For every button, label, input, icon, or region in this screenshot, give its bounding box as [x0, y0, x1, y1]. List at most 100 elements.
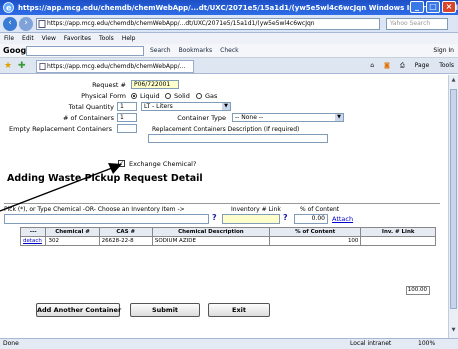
chemical-input[interactable] — [4, 214, 209, 224]
inventory-link-field[interactable] — [222, 214, 280, 224]
chevron-down-icon: ▼ — [335, 114, 343, 121]
col-inventory-link: Inv. # Link — [360, 227, 436, 237]
cell-chemical-number: 302 — [45, 236, 100, 246]
status-bar: Done Local intranet 100% — [0, 338, 458, 349]
home-icon[interactable]: ⌂ — [370, 62, 374, 70]
exchange-checkbox[interactable]: ✓ — [118, 160, 125, 167]
total-quantity-label: Total Quantity — [68, 103, 114, 111]
total-quantity-field[interactable]: 1 — [117, 102, 137, 111]
radio-solid-label: Solid — [174, 92, 190, 100]
radio-gas[interactable] — [196, 93, 202, 99]
tab-title: https://app.mcg.edu/chemdb/chemWebApp/..… — [47, 63, 186, 70]
table-header-row: --- Chemical # CAS # Chemical Descriptio… — [19, 227, 436, 237]
chemical-table: --- Chemical # CAS # Chemical Descriptio… — [19, 227, 436, 246]
bookmarks-button[interactable]: Bookmarks — [179, 47, 213, 54]
cell-cas-number: 26628-22-8 — [98, 236, 153, 246]
security-zone: Local intranet — [350, 340, 392, 347]
scrollbar-thumb[interactable] — [450, 89, 457, 309]
menu-favorites[interactable]: Favorites — [64, 33, 91, 44]
add-container-button[interactable]: Add Another Container — [36, 303, 121, 317]
tab-bar: ★ ✚ https://app.mcg.edu/chemdb/chemWebAp… — [0, 58, 458, 74]
tools-menu[interactable]: Tools — [439, 62, 454, 70]
page-content: Request # P06/722001 Physical Form Liqui… — [0, 75, 448, 338]
menu-tools[interactable]: Tools — [99, 33, 114, 44]
col-action: --- — [19, 227, 47, 237]
empty-containers-field[interactable] — [117, 124, 137, 133]
radio-solid[interactable] — [165, 93, 171, 99]
table-row: detach 302 26628-22-8 SODIUM AZIDE 100 — [19, 236, 436, 246]
container-type-label: Container Type — [177, 114, 226, 122]
detach-link[interactable]: detach — [19, 236, 47, 246]
divider — [4, 203, 440, 204]
containers-label: # of Containers — [63, 114, 114, 122]
url-field[interactable]: https://app.mcg.edu/chemdb/chemWebApp/..… — [36, 18, 380, 30]
cell-percent-content: 100 — [268, 236, 362, 246]
empty-containers-label: Empty Replacement Containers — [9, 125, 112, 133]
submit-button[interactable]: Submit — [130, 303, 200, 317]
page-menu[interactable]: Page — [415, 62, 430, 70]
back-button[interactable]: ‹ — [3, 17, 17, 31]
menu-view[interactable]: View — [42, 33, 56, 44]
close-button[interactable]: × — [442, 1, 456, 13]
scroll-down-icon[interactable]: ▼ — [450, 327, 457, 335]
percent-total: 100.00 — [406, 286, 430, 295]
check-button[interactable]: Check — [220, 47, 238, 54]
radio-gas-label: Gas — [205, 92, 218, 100]
page-icon — [38, 20, 46, 28]
request-number-field[interactable]: P06/722001 — [131, 80, 179, 89]
attach-link[interactable]: Attach — [332, 215, 353, 223]
col-percent-content: % of Content — [268, 227, 362, 237]
command-bar: ⌂ ◙ ⎙ Page Tools — [370, 62, 454, 70]
google-search-button[interactable]: Search — [150, 47, 171, 54]
google-toolbar: Google Search Bookmarks Check Sign In — [0, 44, 458, 58]
forward-button[interactable]: › — [19, 17, 33, 31]
page-icon — [39, 63, 46, 70]
google-search-input[interactable] — [26, 46, 144, 56]
chemical-lookup-icon[interactable]: ? — [212, 213, 217, 222]
status-text: Done — [3, 340, 19, 347]
cell-inventory-link — [360, 236, 436, 246]
menu-help[interactable]: Help — [122, 33, 136, 44]
tab-current[interactable]: https://app.mcg.edu/chemdb/chemWebApp/..… — [36, 60, 194, 73]
zoom-level[interactable]: 100% — [418, 339, 435, 349]
feeds-icon[interactable]: ◙ — [384, 62, 390, 70]
scroll-up-icon[interactable]: ▲ — [450, 77, 457, 85]
add-favorite-icon[interactable]: ✚ — [18, 61, 26, 71]
containers-field[interactable]: 1 — [117, 113, 137, 122]
container-type-value: -- None -- — [235, 114, 264, 121]
url-text: https://app.mcg.edu/chemdb/chemWebApp/..… — [47, 20, 315, 27]
search-input[interactable]: Yahoo Search — [386, 18, 448, 30]
replacement-desc-label: Replacement Containers Description (If r… — [152, 126, 300, 133]
favorites-star-icon[interactable]: ★ — [4, 61, 12, 71]
replacement-desc-field[interactable] — [148, 134, 328, 143]
unit-select-value: LT - Liters — [144, 103, 173, 110]
inventory-lookup-icon[interactable]: ? — [283, 213, 288, 222]
inventory-link-label: Inventory # Link — [231, 206, 281, 213]
request-label: Request # — [92, 81, 126, 89]
menu-bar: File Edit View Favorites Tools Help — [0, 33, 458, 44]
minimize-button[interactable]: _ — [410, 1, 424, 13]
col-cas-number: CAS # — [98, 227, 153, 237]
col-chemical-number: Chemical # — [45, 227, 100, 237]
vertical-scrollbar[interactable]: ▲ ▼ — [448, 75, 458, 338]
exit-button[interactable]: Exit — [208, 303, 270, 317]
container-type-select[interactable]: -- None -- ▼ — [232, 113, 344, 122]
window-title-bar: e https://app.mcg.edu/chemdb/chemWebApp/… — [0, 0, 458, 15]
window-title: https://app.mcg.edu/chemdb/chemWebApp/..… — [18, 3, 458, 12]
percent-content-label: % of Content — [300, 206, 340, 213]
internet-explorer-icon: e — [3, 2, 14, 13]
radio-liquid[interactable] — [131, 93, 137, 99]
maximize-button[interactable]: □ — [426, 1, 440, 13]
pick-instruction: Pick (*), or Type Chemical -OR- Choose a… — [4, 206, 185, 213]
menu-file[interactable]: File — [4, 33, 14, 44]
sign-in-link[interactable]: Sign In — [433, 47, 454, 54]
window-controls: _ □ × — [410, 1, 456, 13]
google-tools: Search Bookmarks Check — [150, 47, 239, 54]
menu-edit[interactable]: Edit — [22, 33, 34, 44]
print-icon[interactable]: ⎙ — [400, 62, 405, 70]
svg-text:e: e — [6, 4, 12, 13]
unit-select[interactable]: LT - Liters ▼ — [141, 102, 231, 111]
percent-content-field[interactable]: 0.00 — [294, 214, 328, 224]
address-bar: ‹ › https://app.mcg.edu/chemdb/chemWebAp… — [0, 15, 458, 33]
physical-form-label: Physical Form — [81, 92, 126, 100]
